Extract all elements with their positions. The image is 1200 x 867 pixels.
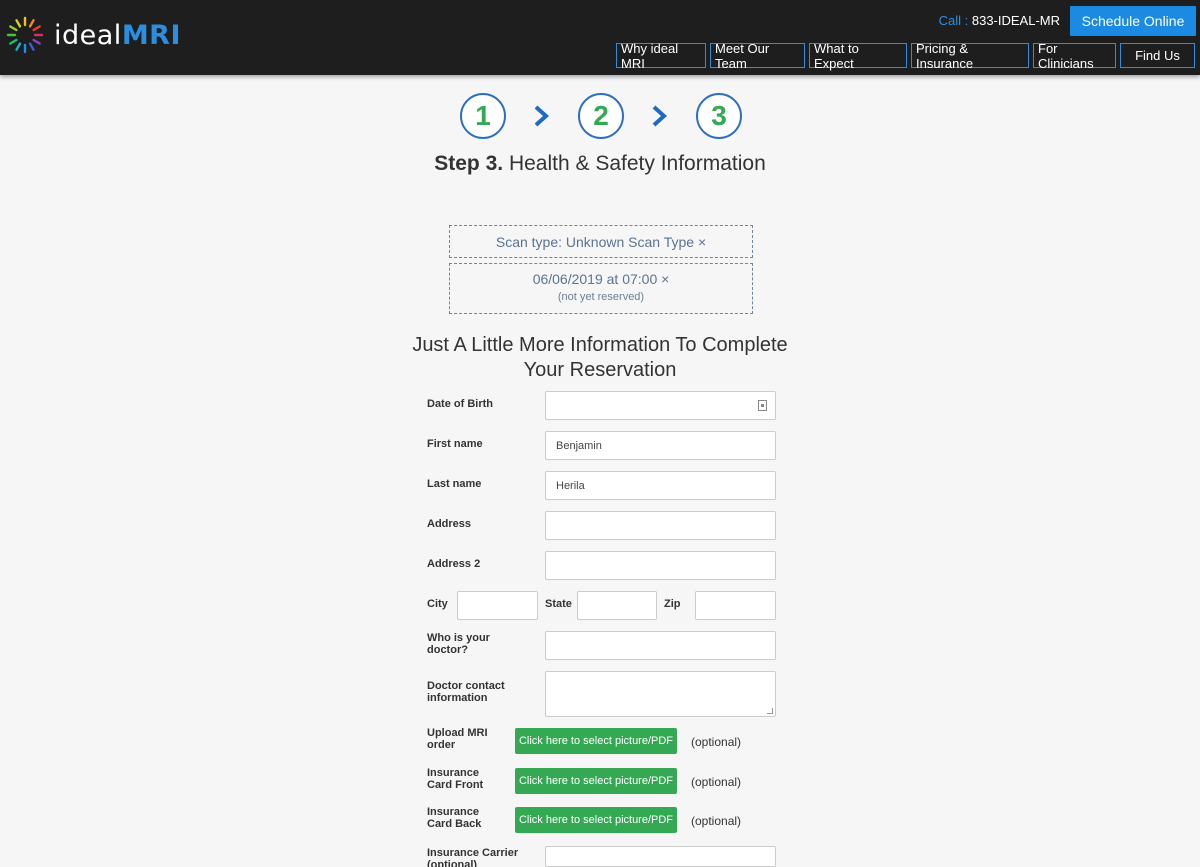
chevron-right-icon — [534, 105, 549, 127]
insurance-carrier-input[interactable] — [545, 846, 776, 867]
logo-wordmark: idealMRI — [54, 20, 181, 51]
address-input[interactable] — [545, 511, 776, 540]
optional-note: (optional) — [691, 735, 742, 749]
scan-type-text[interactable]: Scan type: Unknown Scan Type × — [496, 234, 706, 250]
scan-type-box[interactable]: Scan type: Unknown Scan Type × — [449, 225, 753, 258]
form-title: Just A Little More Information To Comple… — [412, 334, 788, 381]
first-name-value: Benjamin — [556, 439, 602, 452]
zip-input[interactable] — [695, 591, 776, 620]
dob-label: Date of Birth — [427, 398, 493, 410]
appointment-time-box[interactable]: 06/06/2019 at 07:00 × (not yet reserved) — [449, 263, 753, 314]
optional-note: (optional) — [691, 814, 742, 828]
last-name-label: Last name — [427, 478, 482, 490]
optional-note: (optional) — [691, 775, 742, 789]
logo-ideal-text: ideal — [54, 19, 122, 51]
insurance-carrier-label: Insurance Carrier (optional) — [427, 847, 519, 867]
address2-label: Address 2 — [427, 558, 481, 570]
logo[interactable]: idealMRI — [4, 14, 181, 56]
step-2-circle[interactable]: 2 — [578, 93, 624, 139]
city-input[interactable] — [457, 591, 538, 620]
dob-input[interactable] — [545, 391, 776, 420]
doctor-contact-textarea[interactable] — [545, 671, 776, 717]
address2-input[interactable] — [545, 551, 776, 580]
calendar-icon[interactable] — [758, 400, 767, 411]
step-title: Step 3. Health & Safety Information — [400, 151, 800, 176]
step-title-bold: Step 3. — [434, 152, 504, 175]
call-label: Call : — [938, 13, 969, 28]
nav-find-us[interactable]: Find Us — [1120, 43, 1195, 68]
first-name-input[interactable]: Benjamin — [545, 431, 776, 460]
main-nav: Why ideal MRI Meet Our Team What to Expe… — [616, 41, 1195, 71]
last-name-value: Herila — [556, 479, 585, 492]
step-3-circle: 3 — [696, 93, 742, 139]
nav-what-to-expect[interactable]: What to Expect — [809, 41, 907, 71]
doctor-label: Who is your doctor? — [427, 632, 490, 656]
phone-number[interactable]: 833-IDEAL-MR — [972, 13, 1060, 28]
insurance-back-label: Insurance Card Back — [427, 806, 482, 830]
step-indicator: 1 2 3 — [460, 93, 742, 139]
site-header: idealMRI Call : 833-IDEAL-MR Schedule On… — [0, 0, 1200, 75]
reservation-status: (not yet reserved) — [557, 291, 645, 303]
nav-pricing-insurance[interactable]: Pricing & Insurance — [911, 41, 1029, 71]
call-number[interactable]: Call : 833-IDEAL-MR — [939, 13, 1060, 28]
zip-label: Zip — [664, 598, 681, 610]
upload-insurance-back-button[interactable]: Click here to select picture/PDF — [515, 807, 677, 833]
schedule-online-button[interactable]: Schedule Online — [1070, 6, 1196, 36]
address-label: Address — [427, 518, 472, 530]
state-label: State — [545, 598, 572, 610]
nav-meet-our-team[interactable]: Meet Our Team — [710, 41, 805, 71]
last-name-input[interactable]: Herila — [545, 471, 776, 500]
step-1-circle[interactable]: 1 — [460, 93, 506, 139]
logo-mri-text: MRI — [121, 19, 182, 51]
nav-for-clinicians[interactable]: For Clinicians — [1033, 41, 1116, 71]
step-title-rest: Health & Safety Information — [503, 152, 766, 175]
upload-mri-label: Upload MRI order — [427, 727, 488, 751]
chevron-right-icon — [652, 105, 667, 127]
state-input[interactable] — [577, 591, 657, 620]
appointment-datetime[interactable]: 06/06/2019 at 07:00 × — [450, 271, 752, 287]
resize-handle-icon[interactable] — [767, 708, 773, 714]
doctor-contact-label: Doctor contact information — [427, 680, 505, 704]
upload-mri-order-button[interactable]: Click here to select picture/PDF — [515, 728, 677, 754]
first-name-label: First name — [427, 438, 483, 450]
nav-why-ideal-mri[interactable]: Why ideal MRI — [616, 41, 706, 71]
sunburst-logo-icon — [6, 16, 44, 54]
doctor-input[interactable] — [545, 631, 776, 660]
upload-insurance-front-button[interactable]: Click here to select picture/PDF — [515, 768, 677, 794]
reservation-form-area: 1 2 3 Step 3. Health & Safety Informatio… — [400, 75, 800, 867]
insurance-front-label: Insurance Card Front — [427, 767, 484, 791]
city-label: City — [427, 598, 448, 610]
